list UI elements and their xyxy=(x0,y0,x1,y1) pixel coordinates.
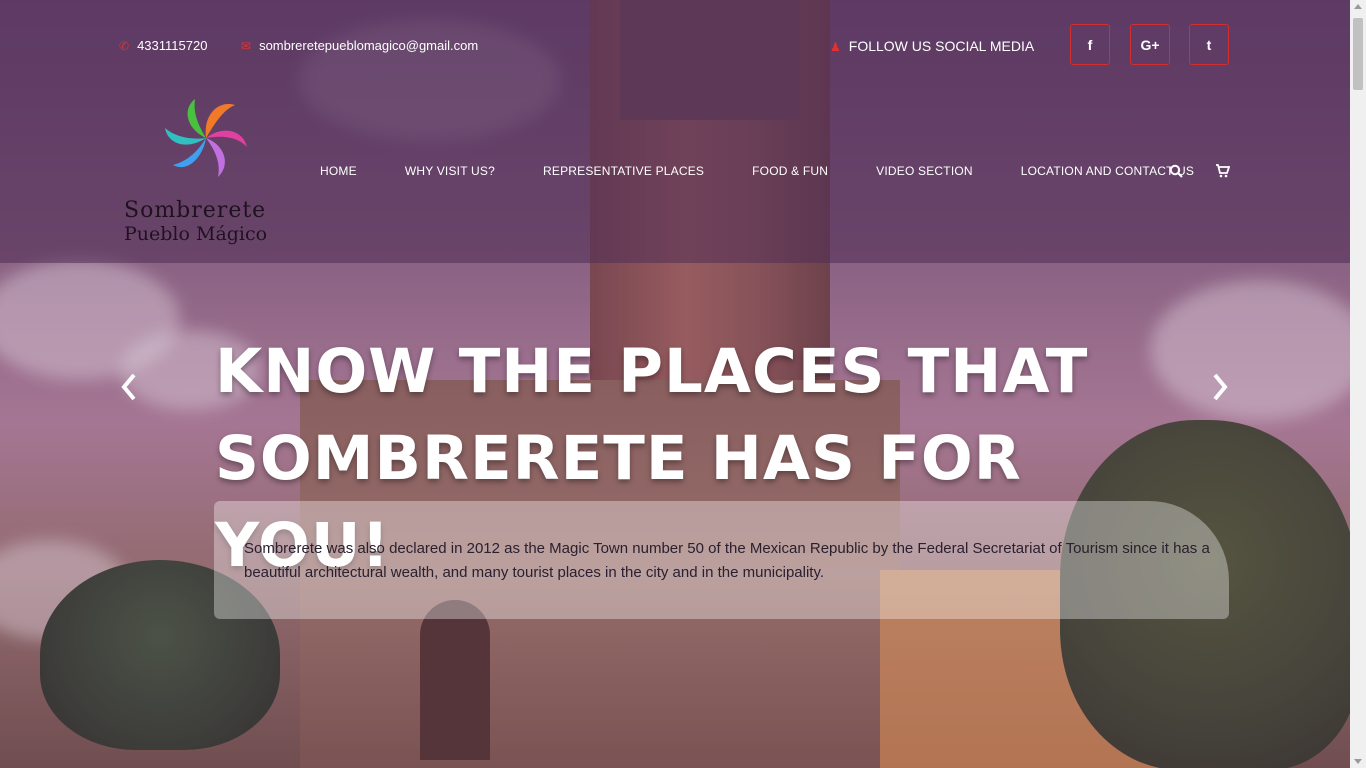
scroll-up-arrow-icon[interactable] xyxy=(1354,4,1362,9)
slider-prev-button[interactable] xyxy=(114,370,144,404)
top-contact-bar: ✆ 4331115720 ✉ sombreretepueblomagico@gmai… xyxy=(0,0,1350,90)
follow-us-text: FOLLOW US SOCIAL MEDIA xyxy=(848,38,1035,54)
slider-next-button[interactable] xyxy=(1205,370,1235,404)
scrollbar-thumb[interactable] xyxy=(1353,18,1363,90)
chevron-left-icon xyxy=(121,373,136,401)
facebook-button[interactable]: f xyxy=(1070,24,1110,65)
phone-icon: ✆ xyxy=(119,39,130,53)
phone-number: 4331115720 xyxy=(137,38,208,53)
search-icon[interactable] xyxy=(1169,164,1183,181)
hero-description: Sombrerete was also declared in 2012 as … xyxy=(244,540,1210,581)
logo-subtitle: Pueblo Mágico xyxy=(124,223,268,245)
nav-why-visit[interactable]: WHY VISIT US? xyxy=(405,164,495,178)
main-navigation: HOME WHY VISIT US? REPRESENTATIVE PLACES… xyxy=(320,164,1242,178)
twitter-icon: t xyxy=(1206,36,1212,53)
nav-food-fun[interactable]: FOOD & FUN xyxy=(752,164,828,178)
phone-contact[interactable]: ✆ 4331115720 xyxy=(119,38,207,53)
page-scrollbar[interactable] xyxy=(1350,0,1366,768)
google-plus-button[interactable]: G+ xyxy=(1130,24,1170,65)
pinwheel-logo-icon xyxy=(165,99,247,177)
email-address: sombreretepueblomagico@gmail.com xyxy=(259,38,479,53)
twitter-button[interactable]: t xyxy=(1189,24,1229,65)
envelope-icon: ✉ xyxy=(241,39,252,53)
user-icon: ♟ xyxy=(830,40,841,54)
nav-representative-places[interactable]: REPRESENTATIVE PLACES xyxy=(543,164,704,178)
google-plus-icon: G+ xyxy=(1140,36,1160,53)
chevron-right-icon xyxy=(1213,373,1228,401)
scroll-down-arrow-icon[interactable] xyxy=(1354,759,1362,764)
facebook-icon: f xyxy=(1087,36,1093,53)
nav-video-section[interactable]: VIDEO SECTION xyxy=(876,164,973,178)
email-contact[interactable]: ✉ sombreretepueblomagico@gmail.com xyxy=(241,38,478,53)
site-logo[interactable]: Sombrerete Pueblo Mágico xyxy=(120,95,295,255)
follow-us-label: ♟ FOLLOW US SOCIAL MEDIA xyxy=(830,38,1034,54)
nav-home[interactable]: HOME xyxy=(320,164,357,178)
cart-icon[interactable] xyxy=(1215,164,1231,181)
hero-heading-line1: KNOW THE PLACES THAT xyxy=(215,336,1089,407)
logo-title: Sombrerete xyxy=(124,198,267,223)
